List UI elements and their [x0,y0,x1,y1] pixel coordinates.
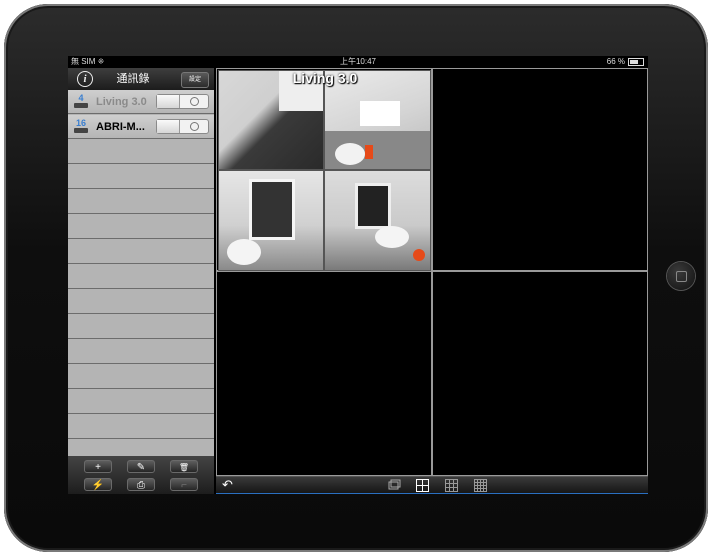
edit-icon[interactable]: ✎ [127,460,155,473]
info-icon[interactable]: i [77,71,93,87]
clock: 上午10:47 [339,57,377,66]
empty-row [68,365,214,389]
empty-row [68,190,214,214]
camera-view-3 [218,170,324,271]
plug-icon[interactable]: ⚡ [84,478,112,491]
device-row-living[interactable]: 4 Living 3.0 [68,90,214,114]
printer-icon[interactable]: ⎙ [127,478,155,491]
device-icon: 16 [72,118,90,134]
screen: 無 SIM ⁜ 上午10:47 66 % i 通訊錄 設定 4 Living 3… [68,56,648,494]
home-square-icon [676,271,687,282]
add-icon[interactable]: + [84,460,112,473]
battery-icon [628,58,644,66]
camera-view-4 [324,170,431,271]
camera-cell-3[interactable] [216,271,432,476]
camera-cell-4[interactable] [432,271,648,476]
camera-title-label: Living 3.0 [292,70,358,86]
battery-area: 66 % [607,56,644,68]
home-button[interactable] [667,262,695,290]
bottom-toolbar: ↶ [216,476,648,494]
empty-row [68,240,214,264]
empty-row [68,390,214,414]
empty-row [68,415,214,439]
trash-icon[interactable]: 🗑 [170,460,198,473]
device-row-abri[interactable]: 16 ABRI-M... [68,115,214,139]
sidebar-title: 通訊錄 [116,73,150,85]
back-icon[interactable]: ↶ [222,478,233,492]
layout-4x4-icon[interactable] [474,479,487,492]
empty-row [68,165,214,189]
layout-3x3-icon[interactable] [445,479,458,492]
sidebar-header: i 通訊錄 設定 [68,68,214,90]
empty-row [68,340,214,364]
camera-cell-2[interactable] [432,68,648,271]
empty-row [68,265,214,289]
device-name: Living 3.0 [96,96,147,108]
battery-percent: 66 % [606,57,625,66]
swap-icon[interactable] [388,479,401,492]
empty-row [68,140,214,164]
empty-row [68,315,214,339]
chart-icon[interactable]: ⌐ [170,478,198,491]
sidebar-toolbar: + ✎ 🗑 ⚡ ⎙ ⌐ [68,456,214,494]
empty-row [68,215,214,239]
device-name: ABRI-M... [96,121,145,133]
device-icon: 4 [72,93,90,109]
status-bar: 無 SIM ⁜ 上午10:47 66 % [68,56,648,68]
device-toggle[interactable] [156,119,209,134]
settings-button[interactable]: 設定 [181,72,209,88]
device-channel-count: 4 [78,93,84,103]
device-toggle[interactable] [156,94,209,109]
layout-2x2-icon[interactable] [416,479,429,492]
device-sidebar: i 通訊錄 設定 4 Living 3.0 16 ABRI-M... + ✎ 🗑… [68,68,214,494]
camera-grid: Living 3.0 [216,68,648,486]
camera-cell-1[interactable]: Living 3.0 [216,68,432,271]
device-channel-count: 16 [75,118,86,128]
empty-row [68,290,214,314]
